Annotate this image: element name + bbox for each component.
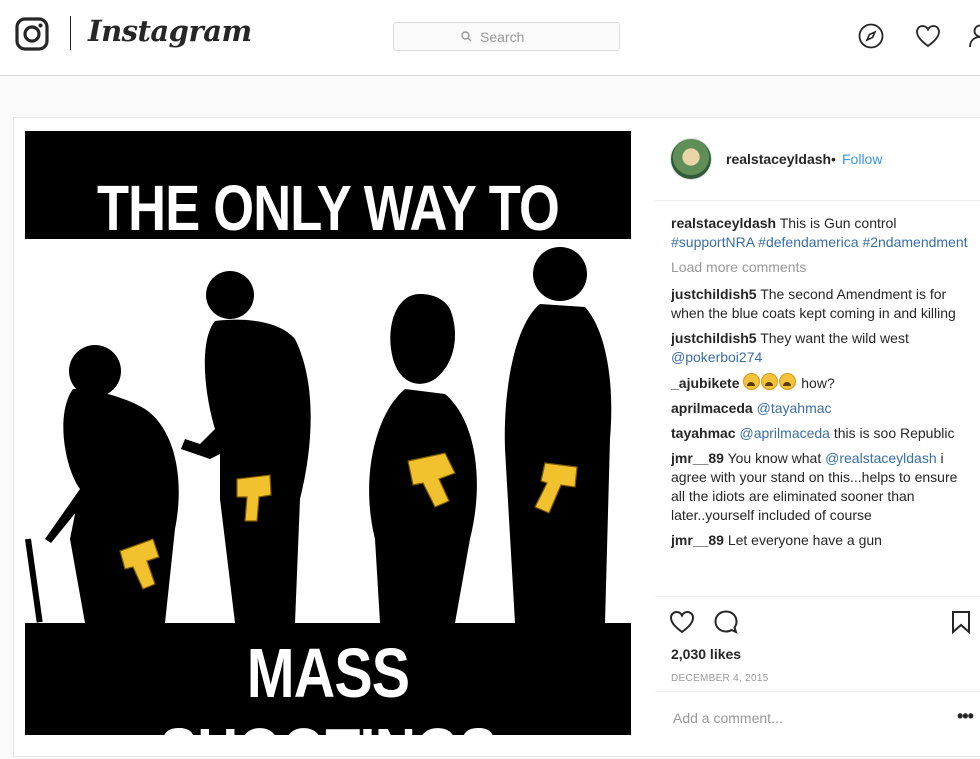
post-header: realstaceyldash • Follow <box>655 118 980 201</box>
follow-button[interactable]: Follow <box>842 151 882 167</box>
likes-count[interactable]: 2,030 likes <box>671 646 741 662</box>
add-comment-row: ••• <box>655 691 980 748</box>
add-comment-input[interactable] <box>671 709 935 727</box>
load-more-comments-link[interactable]: Load more comments <box>671 258 971 277</box>
comment-text: how? <box>801 375 835 391</box>
caption-username[interactable]: realstaceyldash <box>671 215 776 231</box>
poster-bottom-text: MASS SHOOTINGS <box>159 634 497 735</box>
avatar[interactable] <box>670 138 712 180</box>
heart-icon[interactable] <box>914 22 942 50</box>
silhouette-man-phone <box>181 271 311 623</box>
comment-text: this is soo Republic <box>833 425 955 441</box>
comment: tayahmac @aprilmaceda this is soo Republ… <box>671 424 971 443</box>
caption-hashtags[interactable]: #supportNRA #defendamerica #2ndamendment <box>671 234 968 250</box>
comment-bubble-icon[interactable] <box>713 609 739 635</box>
compass-icon[interactable] <box>857 22 885 50</box>
comment-mention[interactable]: @tayahmac <box>757 400 832 416</box>
comment-username[interactable]: jmr__89 <box>671 450 724 466</box>
comment-username[interactable]: jmr__89 <box>671 532 724 548</box>
comment-text: Let everyone have a gun <box>727 532 882 548</box>
comment: _ajubikete how? <box>671 373 971 393</box>
comments-list[interactable]: realstaceyldash This is Gun control #sup… <box>671 214 971 598</box>
bookmark-icon[interactable] <box>948 609 974 635</box>
post-image[interactable]: THE ONLY WAY TO STOP <box>25 131 631 735</box>
weary-face-emoji-icon <box>743 373 761 390</box>
post-side-panel: realstaceyldash • Follow realstaceyldash… <box>655 118 980 758</box>
comment-username[interactable]: tayahmac <box>671 425 736 441</box>
search-icon <box>461 31 472 42</box>
comment: jmr__89 You know what @realstaceyldash i… <box>671 449 971 525</box>
silhouette-elderly-woman <box>25 345 179 623</box>
caption: realstaceyldash This is Gun control #sup… <box>671 214 971 252</box>
search-box[interactable] <box>393 22 620 51</box>
instagram-glyph-icon[interactable] <box>15 17 49 51</box>
weary-face-emoji-icon <box>761 373 779 390</box>
top-nav: Instagram <box>0 0 980 76</box>
caption-text: This is Gun control <box>779 215 897 231</box>
profile-icon[interactable] <box>966 22 980 50</box>
nav-divider <box>70 16 71 50</box>
silhouette-man-standing <box>504 247 612 623</box>
comment-username[interactable]: justchildish5 <box>671 286 757 302</box>
comment-username[interactable]: aprilmaceda <box>671 400 753 416</box>
weary-face-emoji-icon <box>779 373 797 390</box>
header-separator: • <box>831 151 836 167</box>
comment-username[interactable]: justchildish5 <box>671 330 757 346</box>
comment: jmr__89 Let everyone have a gun <box>671 531 971 550</box>
instagram-wordmark[interactable]: Instagram <box>88 14 252 48</box>
comment: justchildish5 They want the wild west @p… <box>671 329 971 367</box>
comment: justchildish5 The second Amendment is fo… <box>671 285 971 323</box>
like-heart-icon[interactable] <box>669 609 695 635</box>
comment-mention[interactable]: @pokerboi274 <box>671 349 762 365</box>
comment: aprilmaceda @tayahmac <box>671 399 971 418</box>
comment-text: They want the wild west <box>760 330 909 346</box>
post-date: DECEMBER 4, 2015 <box>671 673 769 684</box>
poster-illustration <box>25 239 631 623</box>
more-options-icon[interactable]: ••• <box>957 706 974 727</box>
comment-mention[interactable]: @aprilmaceda <box>739 425 829 441</box>
header-username[interactable]: realstaceyldash <box>726 151 831 167</box>
comment-text: You know what <box>727 450 822 466</box>
search-input[interactable] <box>478 27 552 46</box>
comment-mention[interactable]: @realstaceyldash <box>825 450 937 466</box>
comment-username[interactable]: _ajubikete <box>671 375 739 391</box>
